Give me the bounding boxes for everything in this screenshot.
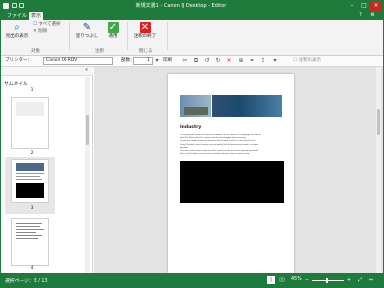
print-toolbar: プリンター： Canon IX-RDV 部数： 1 ▾ 印刷 ✂ ⧉ ↺ ↻ ✕…: [1, 56, 383, 67]
page-info: 選択ページ：3 / 13: [5, 279, 48, 284]
thumbnail-redaction-box: [16, 183, 44, 198]
settings-gear-icon[interactable]: ⚙: [369, 12, 376, 19]
document-scrollbar-thumb[interactable]: [377, 109, 380, 135]
thumbnail-scrollbar[interactable]: [85, 77, 90, 273]
window-title: 新規文書1 - Canon IJ Desktop - Editor: [135, 3, 227, 9]
share-icon[interactable]: ⇪: [259, 57, 267, 65]
quick-undo-icon[interactable]: [19, 3, 24, 8]
document-line: First, use IJ Desktop's search function …: [180, 153, 250, 156]
tab-view[interactable]: 表示: [29, 12, 44, 20]
zoom-in-icon[interactable]: +: [345, 276, 353, 284]
link-icon[interactable]: ⚭: [248, 57, 256, 65]
collapse-panel-icon[interactable]: «: [85, 67, 88, 73]
single-page-view-icon[interactable]: ▯: [267, 276, 275, 284]
thumbnail-page-number: 2: [30, 151, 34, 156]
ribbon-tab-bar: ファイル 表示 ? ⚙: [1, 11, 383, 20]
maximize-button[interactable]: □: [358, 1, 370, 11]
app-icon: [3, 3, 9, 9]
printer-select[interactable]: Canon IX-RDV: [43, 57, 113, 65]
thumbnail-page-number: 3: [30, 206, 34, 211]
thumbnail-page-2[interactable]: [11, 97, 49, 149]
more-options-icon[interactable]: ▾: [271, 57, 279, 65]
zoom-slider-thumb[interactable]: [325, 278, 328, 283]
zoom-level: 45%: [291, 277, 302, 282]
ribbon-separator: [127, 22, 128, 50]
printer-label: プリンター：: [5, 58, 32, 63]
insert-page-icon[interactable]: ⊕: [237, 57, 245, 65]
editor-window: 新規文書1 - Canon IJ Desktop - Editor – □ × …: [0, 0, 384, 288]
chevron-down-icon[interactable]: ▾: [153, 57, 161, 65]
fit-page-icon[interactable]: ⤢: [356, 276, 364, 284]
document-page: Industry The following text cannot be re…: [168, 74, 294, 273]
close-annotation-button[interactable]: ✕ 注釈の終了: [131, 22, 159, 39]
select-all-button[interactable]: ☐ すべて選択: [33, 22, 60, 28]
thumbnail-page-3[interactable]: [11, 159, 49, 203]
rotate-right-icon[interactable]: ↻: [214, 57, 222, 65]
highlight-button[interactable]: ✎ 塗りつぶし: [75, 22, 99, 39]
group-label-target: 対象: [31, 49, 40, 54]
zoom-out-icon[interactable]: −: [303, 276, 311, 284]
two-page-view-icon[interactable]: ▯▯: [278, 276, 286, 284]
thumbnail-scrollbar-thumb[interactable]: [86, 115, 89, 145]
zoom-slider[interactable]: [312, 278, 344, 283]
document-heading: Industry: [180, 125, 202, 130]
minimize-button[interactable]: –: [346, 1, 358, 11]
document-photo: [180, 95, 282, 117]
copies-stepper[interactable]: 1: [133, 57, 153, 65]
document-view: Industry The following text cannot be re…: [94, 67, 383, 273]
close-x-icon: ✕: [139, 22, 151, 33]
print-button[interactable]: 印刷: [163, 58, 172, 64]
thumbnail-image: [16, 163, 44, 171]
delete-page-icon[interactable]: ✕: [225, 57, 233, 65]
group-label-close: 閉じる: [139, 49, 153, 54]
redaction-box[interactable]: [180, 161, 284, 203]
status-bar: 選択ページ：3 / 13 ▯ ▯▯ 45% − + ⤢ ⇔: [1, 273, 383, 287]
magnifier-icon: ⌕: [14, 22, 20, 33]
thumbnail-page-number: 4: [30, 266, 34, 271]
delete-button[interactable]: ✕ 削除: [33, 29, 47, 35]
find-button[interactable]: ⌕ 見出の表示: [5, 22, 29, 39]
ribbon: ⌕ 見出の表示 ☐ すべて選択 ✕ 削除 対象 ✎ 塗りつぶし ✓ 適用 注釈 …: [1, 20, 383, 56]
apply-button[interactable]: ✓ 適用: [105, 22, 121, 39]
quick-save-icon[interactable]: [12, 3, 17, 8]
annotation-view-toggle[interactable]: ☐ 注釈の表示: [293, 58, 321, 64]
thumbnail-content: [16, 102, 44, 116]
thumbnail-page-4[interactable]: [11, 218, 49, 266]
fit-width-icon[interactable]: ⇔: [367, 276, 375, 284]
group-label-annotation: 注釈: [95, 49, 104, 54]
thumbnail-panel: « サムネイル 1 2 3 4: [1, 67, 93, 273]
ribbon-separator: [69, 22, 70, 50]
title-bar: 新規文書1 - Canon IJ Desktop - Editor – □ ×: [1, 1, 383, 11]
document-scrollbar[interactable]: [376, 67, 381, 273]
tab-file[interactable]: ファイル: [5, 12, 29, 20]
ribbon-separator: [167, 22, 168, 50]
document-body: The following text cannot be read on the…: [180, 134, 284, 156]
thumbnail-panel-header: «: [1, 67, 93, 76]
close-window-button[interactable]: ×: [370, 1, 382, 11]
copy-icon[interactable]: ⧉: [192, 57, 200, 65]
checkmark-icon: ✓: [107, 22, 119, 33]
thumbnail-page-number: 1: [30, 88, 34, 93]
cut-icon[interactable]: ✂: [181, 57, 189, 65]
marker-pen-icon: ✎: [82, 22, 92, 33]
thumbnail-panel-title: サムネイル: [4, 82, 28, 87]
help-icon[interactable]: ?: [357, 12, 364, 19]
rotate-left-icon[interactable]: ↺: [203, 57, 211, 65]
